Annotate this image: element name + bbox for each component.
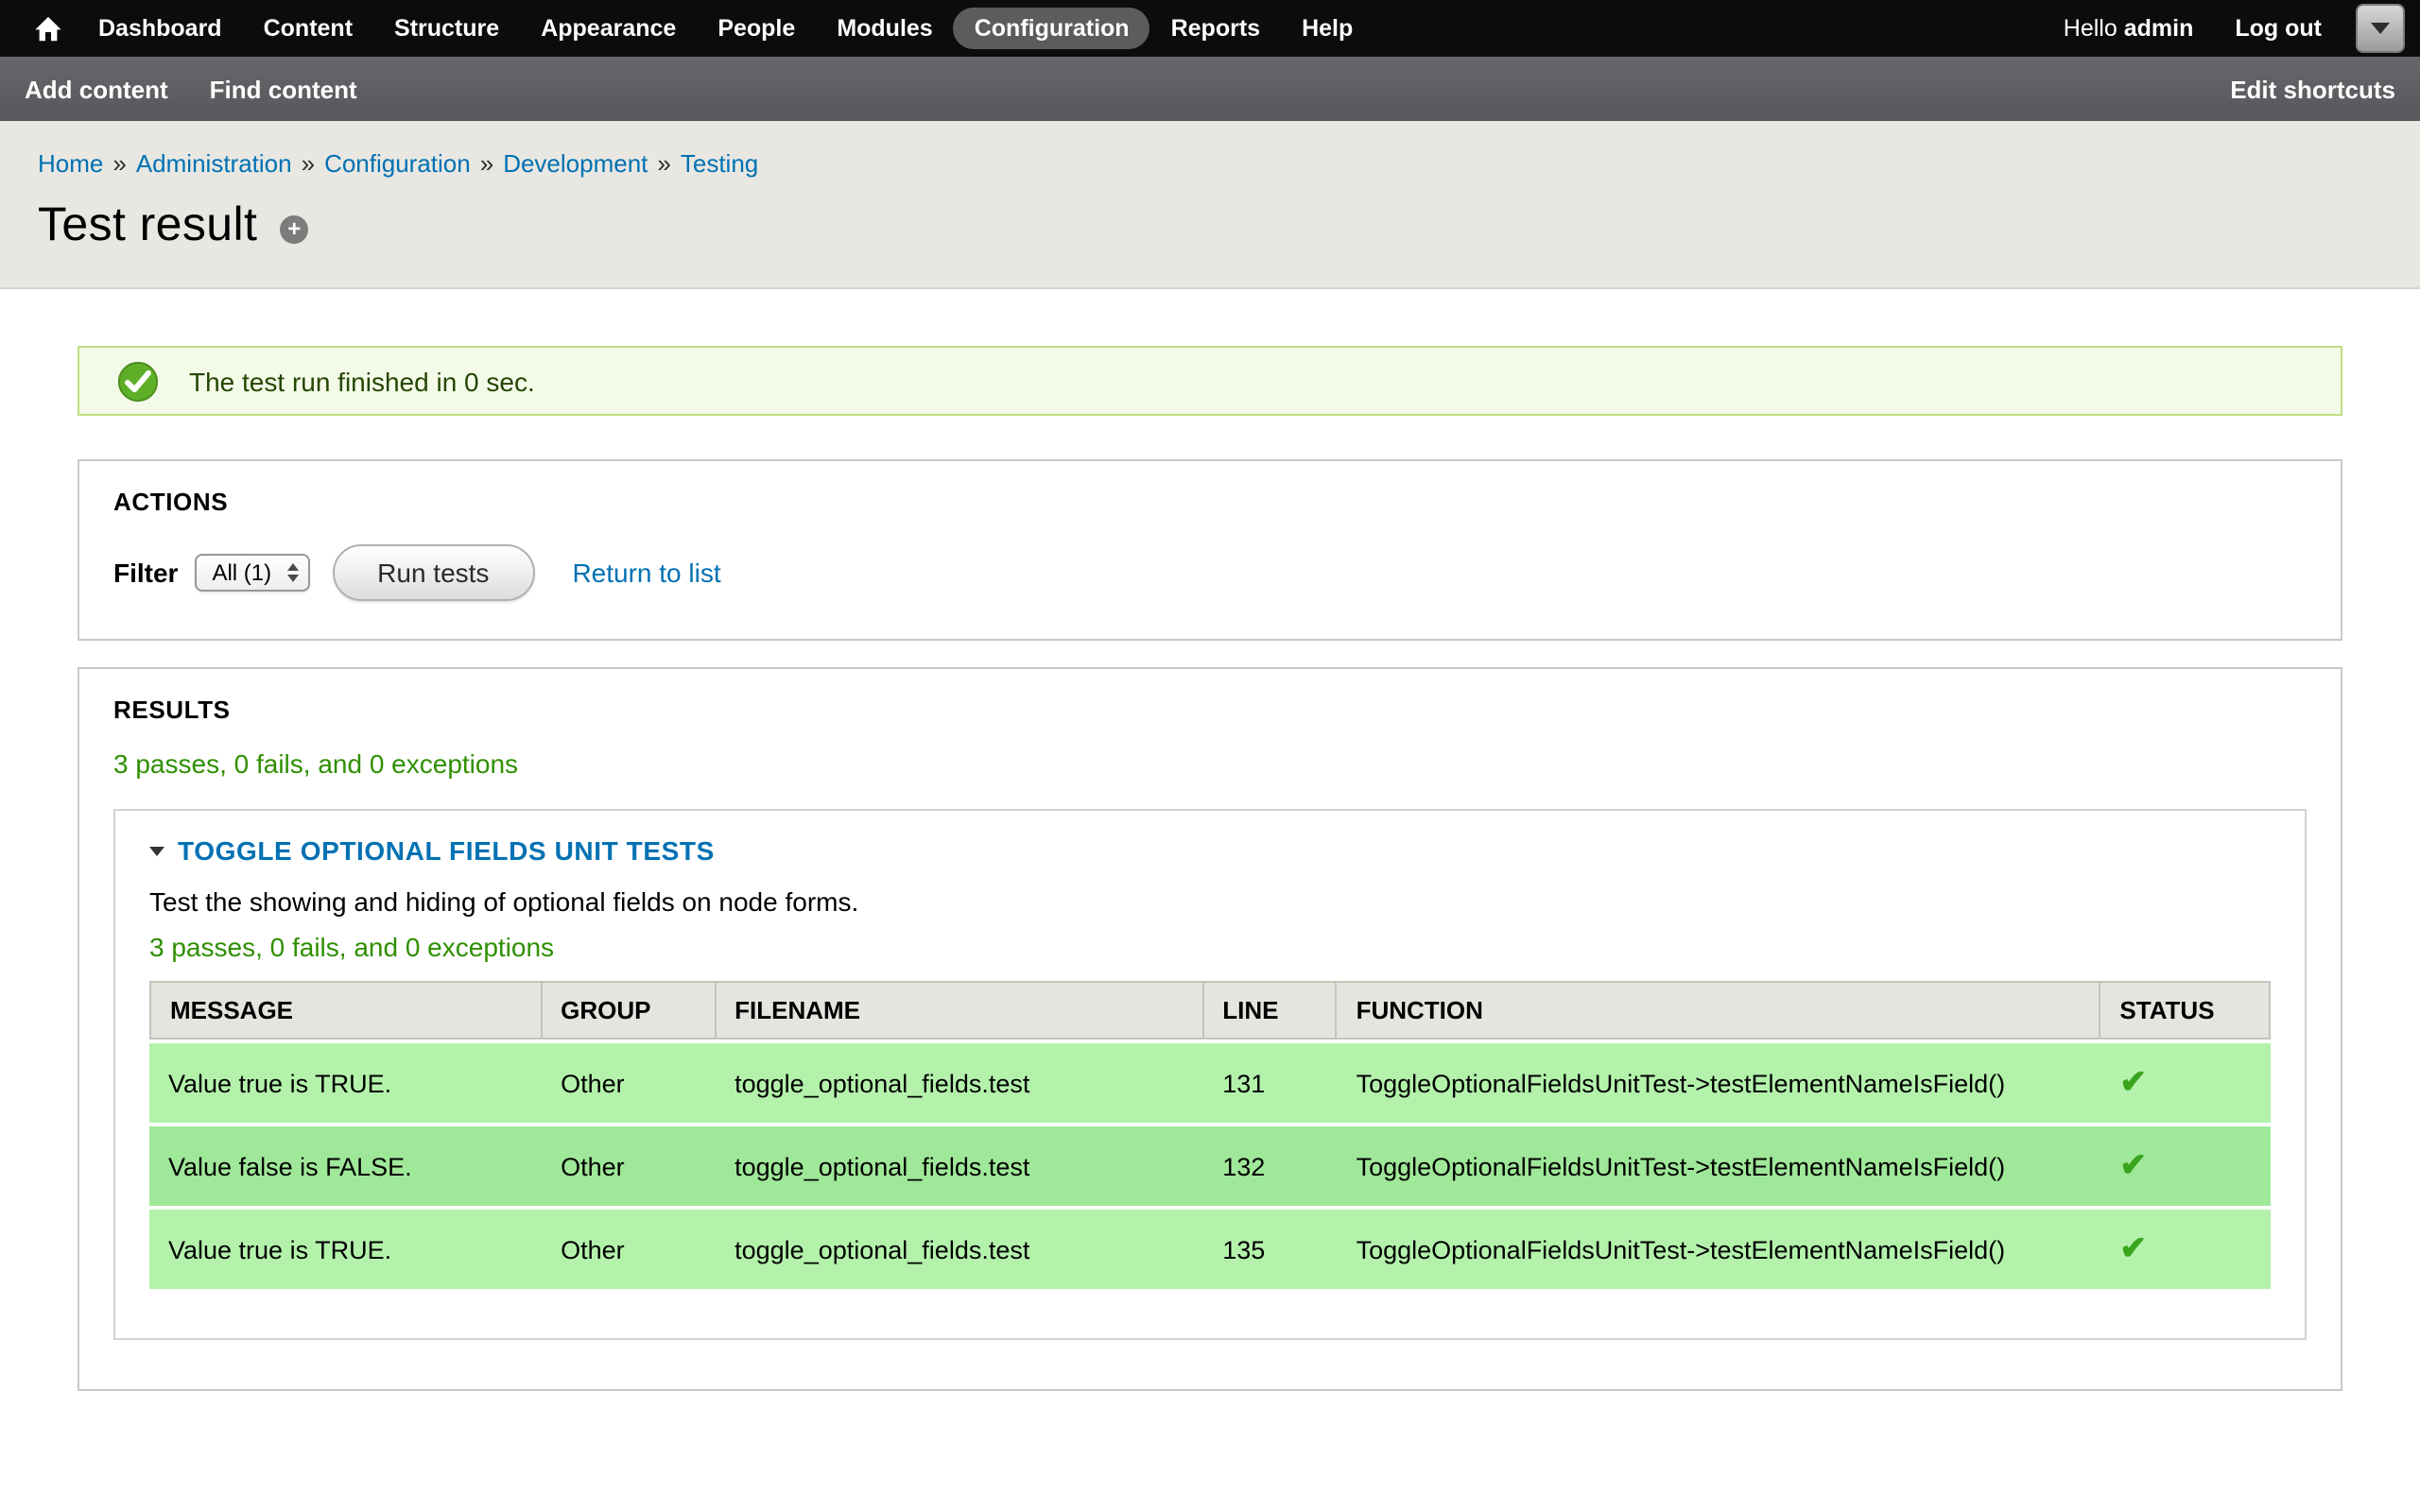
column-header-filename: FILENAME — [716, 981, 1203, 1040]
status-message: The test run finished in 0 sec. — [78, 346, 2342, 416]
test-group-description: Test the showing and hiding of optional … — [149, 886, 2271, 917]
home-button[interactable] — [19, 14, 78, 43]
test-group-fieldset: TOGGLE OPTIONAL FIELDS UNIT TESTS Test t… — [113, 809, 2307, 1340]
table-row: Value false is FALSE.Othertoggle_optiona… — [149, 1126, 2271, 1206]
toolbar-item-help[interactable]: Help — [1281, 8, 1374, 49]
cell-status: ✔ — [2100, 1210, 2271, 1289]
chevron-down-icon — [2371, 23, 2390, 34]
success-check-icon — [117, 360, 159, 402]
cell-line: 135 — [1203, 1210, 1337, 1289]
breadcrumb-link-home[interactable]: Home — [38, 149, 103, 178]
cell-status: ✔ — [2100, 1043, 2271, 1123]
breadcrumb-link-testing[interactable]: Testing — [681, 149, 758, 178]
breadcrumb-link-development[interactable]: Development — [503, 149, 648, 178]
breadcrumb-link-configuration[interactable]: Configuration — [324, 149, 471, 178]
toolbar-item-dashboard[interactable]: Dashboard — [78, 8, 243, 49]
column-header-line: LINE — [1203, 981, 1337, 1040]
pass-check-icon: ✔ — [2119, 1064, 2147, 1100]
cell-function: ToggleOptionalFieldsUnitTest->testElemen… — [1338, 1126, 2101, 1206]
status-message-text: The test run finished in 0 sec. — [189, 366, 535, 396]
cell-message: Value true is TRUE. — [149, 1043, 542, 1123]
toolbar-item-modules[interactable]: Modules — [816, 8, 953, 49]
actions-legend: ACTIONS — [113, 488, 2307, 516]
shortcut-link-add-content[interactable]: Add content — [25, 75, 168, 103]
main-content: The test run finished in 0 sec. ACTIONS … — [0, 289, 2420, 1467]
results-table-body: Value true is TRUE.Othertoggle_optional_… — [149, 1043, 2271, 1289]
toolbar-drawer-toggle[interactable] — [2356, 4, 2405, 53]
results-summary: 3 passes, 0 fails, and 0 exceptions — [113, 748, 2307, 779]
test-group-title-link[interactable]: TOGGLE OPTIONAL FIELDS UNIT TESTS — [178, 835, 715, 866]
breadcrumb-separator: » — [112, 149, 126, 178]
page-header: Home » Administration » Configuration » Develo… — [0, 121, 2420, 289]
admin-toolbar: DashboardContentStructureAppearancePeopl… — [0, 0, 2420, 57]
pass-check-icon: ✔ — [2119, 1147, 2147, 1183]
cell-line: 132 — [1203, 1126, 1337, 1206]
column-header-status: STATUS — [2100, 981, 2271, 1040]
greeting-text: Hello admin — [2064, 15, 2194, 42]
cell-filename: toggle_optional_fields.test — [716, 1126, 1203, 1206]
cell-group: Other — [542, 1126, 716, 1206]
username: admin — [2124, 15, 2194, 42]
add-shortcut-icon[interactable]: + — [280, 215, 308, 244]
shortcut-list: Add content Find content — [25, 75, 399, 103]
return-to-list-link[interactable]: Return to list — [572, 558, 720, 588]
breadcrumb-separator: » — [480, 149, 493, 178]
cell-status: ✔ — [2100, 1126, 2271, 1206]
actions-row: Filter All (1) Run tests Return to list — [113, 544, 2307, 601]
toolbar-item-structure[interactable]: Structure — [373, 8, 520, 49]
column-header-group: GROUP — [542, 981, 716, 1040]
results-legend: RESULTS — [113, 696, 2307, 724]
cell-function: ToggleOptionalFieldsUnitTest->testElemen… — [1338, 1043, 2101, 1123]
toolbar-item-content[interactable]: Content — [243, 8, 373, 49]
cell-group: Other — [542, 1043, 716, 1123]
results-table-head-row: MESSAGEGROUPFILENAMELINEFUNCTIONSTATUS — [149, 981, 2271, 1040]
toolbar-item-people[interactable]: People — [697, 8, 816, 49]
home-icon — [34, 14, 62, 43]
cell-function: ToggleOptionalFieldsUnitTest->testElemen… — [1338, 1210, 2101, 1289]
breadcrumb-link-administration[interactable]: Administration — [136, 149, 292, 178]
column-header-message: MESSAGE — [149, 981, 542, 1040]
filter-select[interactable]: All (1) — [195, 554, 309, 592]
cell-filename: toggle_optional_fields.test — [716, 1210, 1203, 1289]
test-group-summary: 3 passes, 0 fails, and 0 exceptions — [149, 932, 2271, 962]
logout-link[interactable]: Log out — [2235, 15, 2322, 42]
breadcrumb-separator: » — [302, 149, 315, 178]
table-row: Value true is TRUE.Othertoggle_optional_… — [149, 1210, 2271, 1289]
breadcrumb: Home » Administration » Configuration » Develo… — [38, 149, 2382, 178]
column-header-function: FUNCTION — [1338, 981, 2101, 1040]
cell-group: Other — [542, 1210, 716, 1289]
toolbar-menu: DashboardContentStructureAppearancePeopl… — [78, 8, 1374, 49]
toolbar-item-appearance[interactable]: Appearance — [520, 8, 697, 49]
shortcuts-bar: Add content Find content Edit shortcuts — [0, 57, 2420, 121]
shortcut-link-find-content[interactable]: Find content — [210, 75, 357, 103]
cell-filename: toggle_optional_fields.test — [716, 1043, 1203, 1123]
toolbar-item-configuration[interactable]: Configuration — [954, 8, 1150, 49]
cell-message: Value false is FALSE. — [149, 1126, 542, 1206]
actions-panel: ACTIONS Filter All (1) Run tests Return … — [78, 459, 2342, 641]
toolbar-item-reports[interactable]: Reports — [1150, 8, 1281, 49]
breadcrumb-separator: » — [657, 149, 670, 178]
pass-check-icon: ✔ — [2119, 1230, 2147, 1266]
page-title-row: Test result + — [38, 198, 2382, 253]
edit-shortcuts-link[interactable]: Edit shortcuts — [2230, 75, 2395, 103]
filter-select-value: All (1) — [212, 559, 271, 586]
select-arrows-icon — [286, 563, 298, 582]
run-tests-button[interactable]: Run tests — [332, 544, 534, 601]
toolbar-right: Hello admin Log out — [2064, 4, 2405, 53]
collapse-caret-icon — [149, 846, 164, 855]
filter-label: Filter — [113, 558, 178, 588]
results-table: MESSAGEGROUPFILENAMELINEFUNCTIONSTATUS V… — [149, 977, 2271, 1293]
cell-message: Value true is TRUE. — [149, 1210, 542, 1289]
results-panel: RESULTS 3 passes, 0 fails, and 0 excepti… — [78, 667, 2342, 1391]
cell-line: 131 — [1203, 1043, 1337, 1123]
table-row: Value true is TRUE.Othertoggle_optional_… — [149, 1043, 2271, 1123]
page-title: Test result — [38, 198, 257, 253]
